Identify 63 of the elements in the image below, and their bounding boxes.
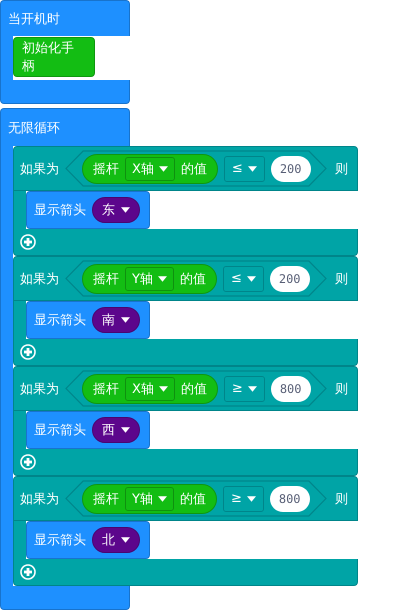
joystick-value-block[interactable]: 摇杆 Y轴 的值 (82, 264, 217, 294)
caret-icon (121, 317, 130, 323)
loop-label: 无限循环 (8, 120, 60, 136)
operator-dropdown[interactable]: ≥ (222, 486, 264, 512)
if-label: 如果为 (20, 380, 59, 398)
axis-dropdown[interactable]: Y轴 (125, 486, 174, 510)
operator-dropdown[interactable]: ≤ (222, 266, 264, 292)
caret-icon (158, 166, 168, 172)
caret-icon (158, 496, 167, 502)
then-label: 则 (335, 270, 348, 288)
show-arrow-label: 显示箭头 (34, 312, 86, 329)
direction-dropdown[interactable]: 南 (92, 307, 140, 333)
caret-icon (158, 386, 168, 392)
caret-icon (246, 496, 256, 502)
joystick-label: 摇杆 (93, 160, 119, 178)
if-label: 如果为 (20, 270, 59, 288)
caret-icon (121, 537, 130, 543)
joystick-value-block[interactable]: 摇杆 X轴 的值 (82, 154, 218, 184)
joystick-label: 摇杆 (93, 490, 119, 508)
then-label: 则 (335, 380, 348, 398)
number-input[interactable]: 800 (270, 486, 310, 512)
axis-dropdown[interactable]: Y轴 (125, 266, 174, 290)
add-icon[interactable] (20, 454, 36, 470)
value-of-label: 的值 (180, 160, 207, 178)
joystick-value-block[interactable]: 摇杆 X轴 的值 (82, 374, 218, 404)
number-input[interactable]: 800 (270, 376, 310, 402)
add-icon[interactable] (20, 234, 36, 250)
init-block[interactable]: 初始化手柄 (13, 37, 95, 77)
value-of-label: 的值 (180, 490, 206, 508)
caret-icon (158, 276, 167, 282)
show-arrow-block[interactable]: 显示箭头 西 (26, 411, 150, 449)
caret-icon (246, 276, 256, 282)
axis-dropdown[interactable]: X轴 (125, 376, 175, 400)
axis-dropdown[interactable]: X轴 (125, 156, 175, 180)
caret-icon (121, 207, 130, 213)
value-of-label: 的值 (180, 270, 206, 288)
then-label: 则 (335, 490, 348, 508)
direction-dropdown[interactable]: 北 (92, 527, 140, 553)
show-arrow-label: 显示箭头 (34, 532, 86, 549)
add-icon[interactable] (20, 564, 36, 580)
direction-dropdown[interactable]: 东 (92, 197, 140, 223)
caret-icon (248, 386, 257, 392)
direction-dropdown[interactable]: 西 (92, 417, 140, 443)
then-label: 则 (335, 160, 348, 178)
joystick-label: 摇杆 (93, 270, 119, 288)
if-label: 如果为 (20, 490, 59, 508)
joystick-label: 摇杆 (93, 380, 119, 398)
show-arrow-block[interactable]: 显示箭头 南 (26, 301, 150, 339)
caret-icon (248, 166, 257, 172)
value-of-label: 的值 (180, 380, 207, 398)
caret-icon (121, 427, 130, 433)
show-arrow-block[interactable]: 显示箭头 东 (26, 191, 150, 229)
operator-dropdown[interactable]: ≤ (224, 156, 265, 182)
if-label: 如果为 (20, 160, 59, 178)
show-arrow-label: 显示箭头 (34, 202, 86, 219)
show-arrow-label: 显示箭头 (34, 422, 86, 439)
number-input[interactable]: 200 (270, 156, 310, 182)
number-input[interactable]: 200 (270, 266, 310, 292)
joystick-value-block[interactable]: 摇杆 Y轴 的值 (82, 484, 217, 514)
add-icon[interactable] (20, 344, 36, 360)
operator-dropdown[interactable]: ≥ (224, 376, 265, 402)
event-label: 当开机时 (8, 10, 60, 28)
show-arrow-block[interactable]: 显示箭头 北 (26, 521, 150, 559)
